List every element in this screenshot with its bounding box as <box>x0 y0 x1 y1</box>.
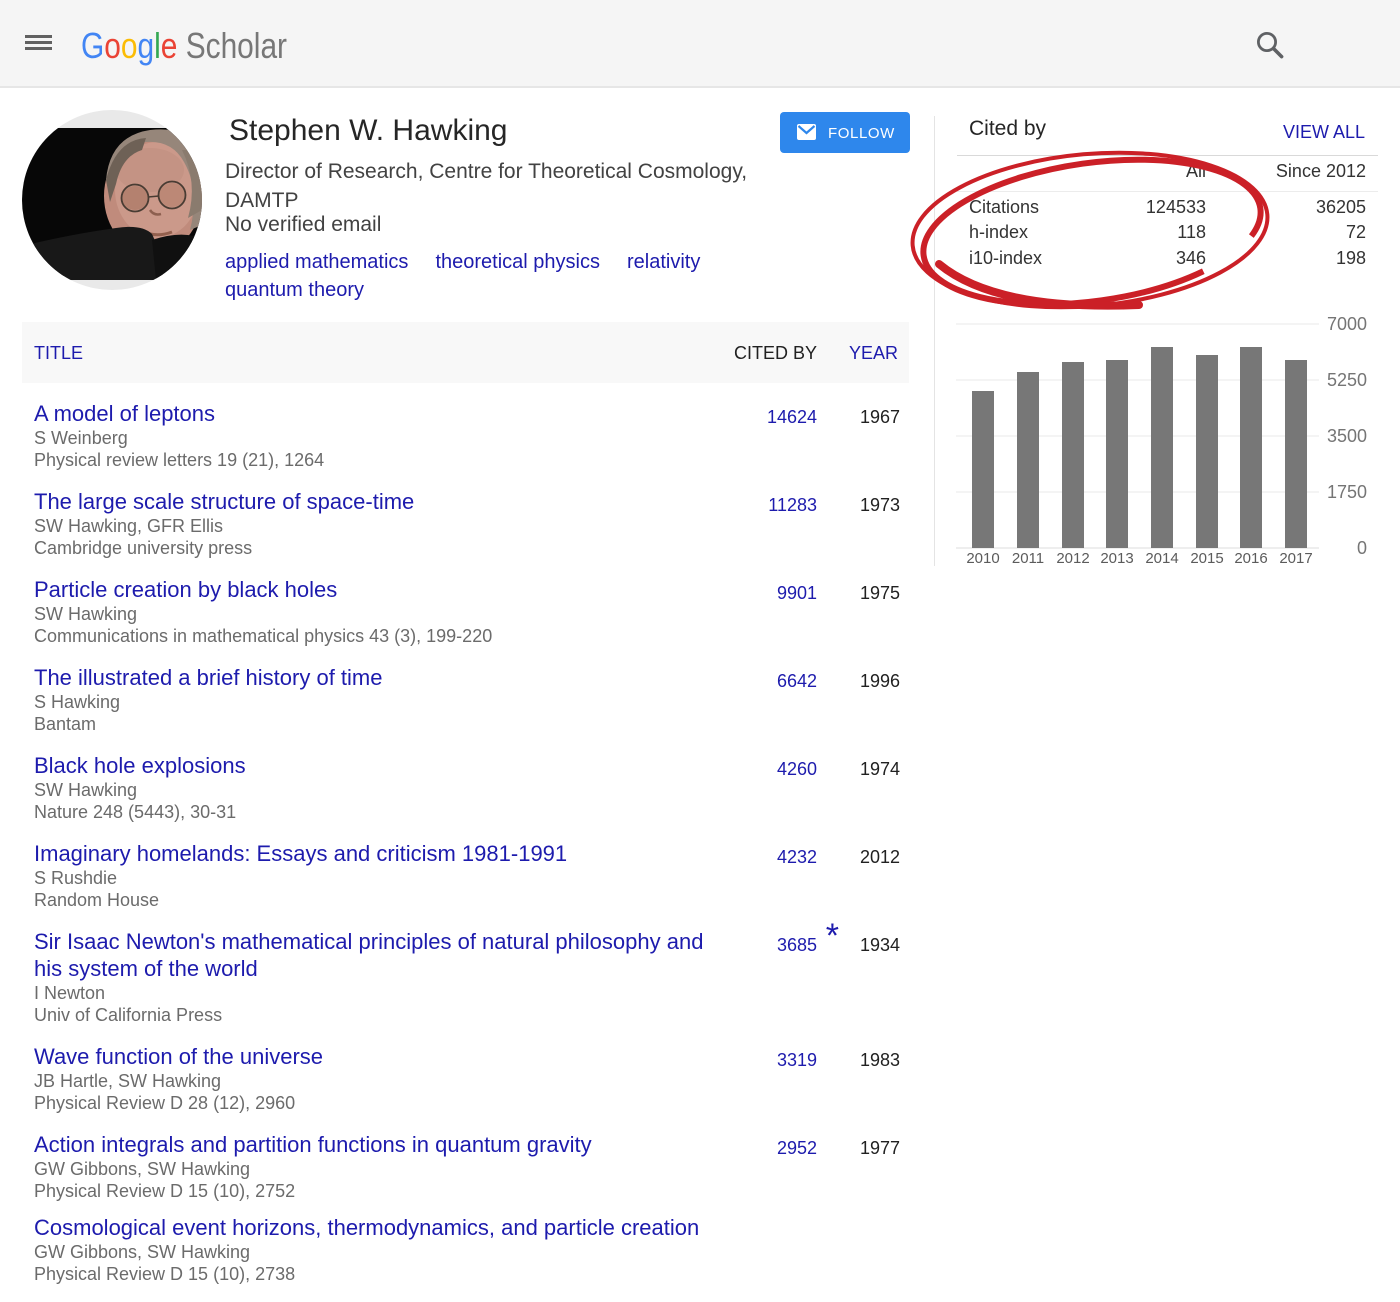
svg-text:0: 0 <box>1357 538 1367 558</box>
svg-text:2015: 2015 <box>1190 550 1223 567</box>
svg-text:2010: 2010 <box>966 550 999 567</box>
svg-text:3500: 3500 <box>1327 426 1367 446</box>
svg-text:2011: 2011 <box>1012 550 1044 567</box>
svg-text:2016: 2016 <box>1234 550 1267 567</box>
svg-text:2013: 2013 <box>1100 550 1133 567</box>
svg-text:5250: 5250 <box>1327 370 1367 390</box>
svg-text:2014: 2014 <box>1145 550 1178 567</box>
svg-text:1750: 1750 <box>1327 482 1367 502</box>
svg-text:2012: 2012 <box>1056 550 1089 567</box>
svg-text:7000: 7000 <box>1327 314 1367 334</box>
svg-text:2017: 2017 <box>1279 550 1312 567</box>
